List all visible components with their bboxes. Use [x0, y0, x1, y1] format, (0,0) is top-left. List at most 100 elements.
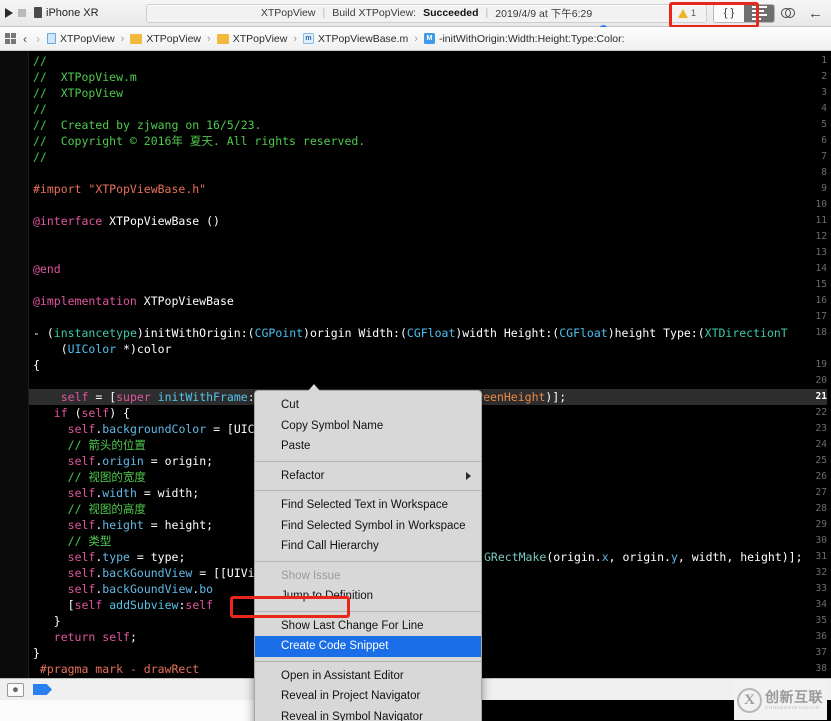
code-token: @interface [33, 214, 109, 228]
venn-circles-icon [781, 7, 796, 20]
breadcrumb-item-folder-1[interactable]: XTPopView [130, 33, 201, 45]
menu-item-create-code-snippet[interactable]: Create Code Snippet [255, 636, 481, 657]
warning-indicator[interactable]: 1 [678, 8, 696, 18]
code-line: #import "XTPopViewBase.h" [33, 181, 206, 197]
warning-count: 1 [691, 8, 696, 18]
breadcrumb-separator-2: › [292, 33, 298, 45]
toolbar-right-group: { } ← [713, 2, 831, 24]
code-line: self.origin = origin; [33, 453, 213, 469]
line-number: 14 [803, 261, 827, 277]
code-token: } [33, 646, 40, 660]
code-line: @interface XTPopViewBase () [33, 213, 220, 229]
scheme-device-selector[interactable]: iPhone XR [31, 6, 105, 21]
breadcrumb-item-file[interactable]: m XTPopViewBase.m [303, 33, 408, 45]
code-braces-button[interactable]: { } [714, 5, 744, 22]
code-token: GRectMake [484, 550, 546, 564]
code-line: [self addSubview:self [33, 597, 213, 613]
code-line: #pragma mark - drawRect [33, 661, 199, 677]
line-number: 2 [803, 69, 827, 85]
code-line: // 视图的高度 [33, 501, 146, 517]
code-token: // 类型 [68, 534, 112, 548]
menu-item-find-selected-symbol-in-workspace[interactable]: Find Selected Symbol in Workspace [255, 516, 481, 537]
menu-item-reveal-in-project-navigator[interactable]: Reveal in Project Navigator [255, 686, 481, 707]
code-token: "XTPopViewBase.h" [88, 182, 206, 196]
breakpoint-flag-icon[interactable] [33, 684, 52, 695]
line-number: 38 [803, 661, 827, 677]
menu-item-label: Find Selected Text in Workspace [281, 499, 448, 511]
menu-item-find-call-hierarchy[interactable]: Find Call Hierarchy [255, 536, 481, 557]
line-number: 28 [803, 501, 827, 517]
code-token: )origin Width:( [303, 326, 407, 340]
assistant-editor-button[interactable] [775, 2, 802, 24]
hide-navigator-button[interactable]: ← [802, 2, 829, 24]
context-menu-caret [308, 384, 320, 391]
code-token: = origin; [144, 454, 213, 468]
line-number: 16 [803, 293, 827, 309]
code-token: XTPopViewBase [144, 294, 234, 308]
code-token: @implementation [33, 294, 144, 308]
menu-divider [255, 561, 481, 562]
code-token: CGPoint [255, 326, 303, 340]
play-icon[interactable] [5, 8, 13, 18]
code-token: // [33, 102, 47, 116]
code-token: backgroundColor [102, 422, 206, 436]
watermark-logo-icon: X [737, 688, 762, 713]
context-menu[interactable]: Cut Copy Symbol NamePaste Refactor Find Sel… [254, 390, 482, 721]
menu-divider [255, 461, 481, 462]
code-token: = width; [137, 486, 199, 500]
line-number: 20 [803, 373, 827, 389]
code-line: // 箭头的位置 [33, 437, 146, 453]
iphone-icon [34, 7, 42, 18]
menu-item-label: Cut [281, 399, 299, 411]
code-token: ( [68, 406, 82, 420]
menu-item-open-in-assistant-editor[interactable]: Open in Assistant Editor [255, 666, 481, 687]
activity-status-bar[interactable]: XTPopView | Build XTPopView: Succeeded |… [146, 4, 707, 23]
console-toggle-icon[interactable]: ☻ [7, 683, 24, 697]
status-scheme: XTPopView [261, 7, 316, 19]
toolbar-left-group: iPhone XR [0, 6, 140, 21]
code-token: ( [61, 342, 68, 356]
menu-item-cut[interactable]: Cut [255, 395, 481, 416]
code-token: )height Type:( [608, 326, 705, 340]
menu-item-copy-symbol-name[interactable]: Copy Symbol Name [255, 416, 481, 437]
forward-button[interactable]: › [34, 32, 42, 46]
menu-item-paste[interactable]: Paste [255, 436, 481, 457]
menu-item-label: Create Code Snippet [281, 640, 388, 652]
line-number: 9 [803, 181, 827, 197]
menu-item-show-last-change-for-line[interactable]: Show Last Change For Line [255, 616, 481, 637]
code-token: self [68, 582, 96, 596]
code-token: self [68, 550, 96, 564]
status-separator-1: | [322, 7, 325, 19]
code-token: )]; [545, 390, 566, 404]
line-number: 33 [803, 581, 827, 597]
code-line: { [33, 357, 40, 373]
menu-item-refactor[interactable]: Refactor [255, 466, 481, 487]
breadcrumb-label-2: XTPopView [233, 33, 288, 45]
line-number: 35 [803, 613, 827, 629]
code-line: @implementation XTPopViewBase [33, 293, 234, 309]
code-token: CGFloat [559, 326, 607, 340]
code-token: super [116, 390, 151, 404]
line-number: 17 [803, 309, 827, 325]
stop-icon[interactable] [18, 9, 26, 17]
code-token: XTDirectionT [705, 326, 788, 340]
grid-icon[interactable] [5, 33, 16, 44]
code-token: instancetype [54, 326, 137, 340]
code-line: // XTPopView [33, 85, 123, 101]
code-token: // XTPopView [33, 86, 123, 100]
breadcrumb: ‹ › XTPopView › XTPopView › XTPopView › … [0, 27, 831, 51]
code-line: // [33, 149, 47, 165]
back-button[interactable]: ‹ [21, 32, 29, 46]
code-token: CGFloat [407, 326, 455, 340]
menu-item-reveal-in-symbol-navigator[interactable]: Reveal in Symbol Navigator [255, 707, 481, 721]
breadcrumb-item-project[interactable]: XTPopView [47, 33, 115, 45]
code-token: origin [102, 454, 144, 468]
editor-lines-button[interactable] [744, 5, 774, 22]
code-token: XTPopViewBase () [109, 214, 220, 228]
menu-item-find-selected-text-in-workspace[interactable]: Find Selected Text in Workspace [255, 495, 481, 516]
code-token: )initWithOrigin:( [137, 326, 255, 340]
breadcrumb-item-method[interactable]: M -initWithOrigin:Width:Height:Type:Colo… [424, 33, 625, 45]
breadcrumb-item-folder-2[interactable]: XTPopView [217, 33, 288, 45]
code-line: (UIColor *)color [33, 341, 172, 357]
code-line: self.type = type; [33, 549, 185, 565]
